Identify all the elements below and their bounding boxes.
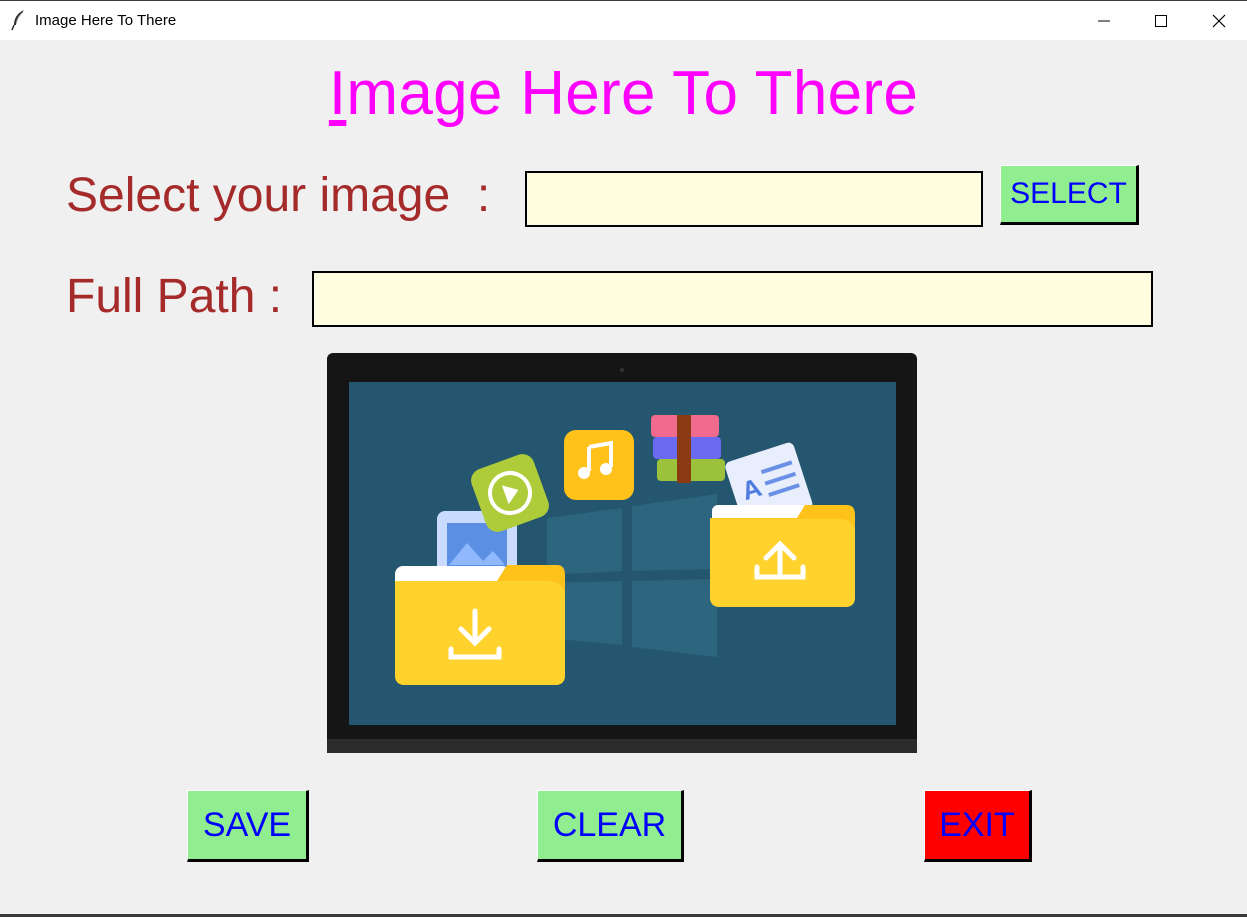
save-button[interactable]: SAVE — [187, 790, 309, 862]
feather-icon — [11, 9, 27, 31]
full-path-field[interactable] — [312, 271, 1153, 327]
maximize-icon — [1155, 15, 1167, 27]
minimize-button[interactable] — [1081, 1, 1127, 40]
title-bar[interactable]: Image Here To There — [0, 1, 1247, 40]
full-path-label: Full Path : — [66, 270, 283, 323]
select-button[interactable]: SELECT — [1000, 165, 1139, 225]
exit-button[interactable]: EXIT — [924, 790, 1032, 862]
image-preview: A — [327, 353, 917, 753]
image-name-field[interactable] — [525, 171, 983, 227]
title-rest: mage Here To There — [346, 59, 919, 128]
minimize-icon — [1098, 20, 1110, 22]
clear-button[interactable]: CLEAR — [537, 790, 684, 862]
title-first-letter: I — [328, 59, 347, 128]
page-title: Image Here To There — [0, 58, 1247, 129]
close-button[interactable] — [1196, 1, 1242, 40]
maximize-button[interactable] — [1138, 1, 1184, 40]
close-icon — [1212, 14, 1226, 28]
select-image-label: Select your image : — [66, 169, 491, 222]
window-title: Image Here To There — [35, 12, 177, 29]
